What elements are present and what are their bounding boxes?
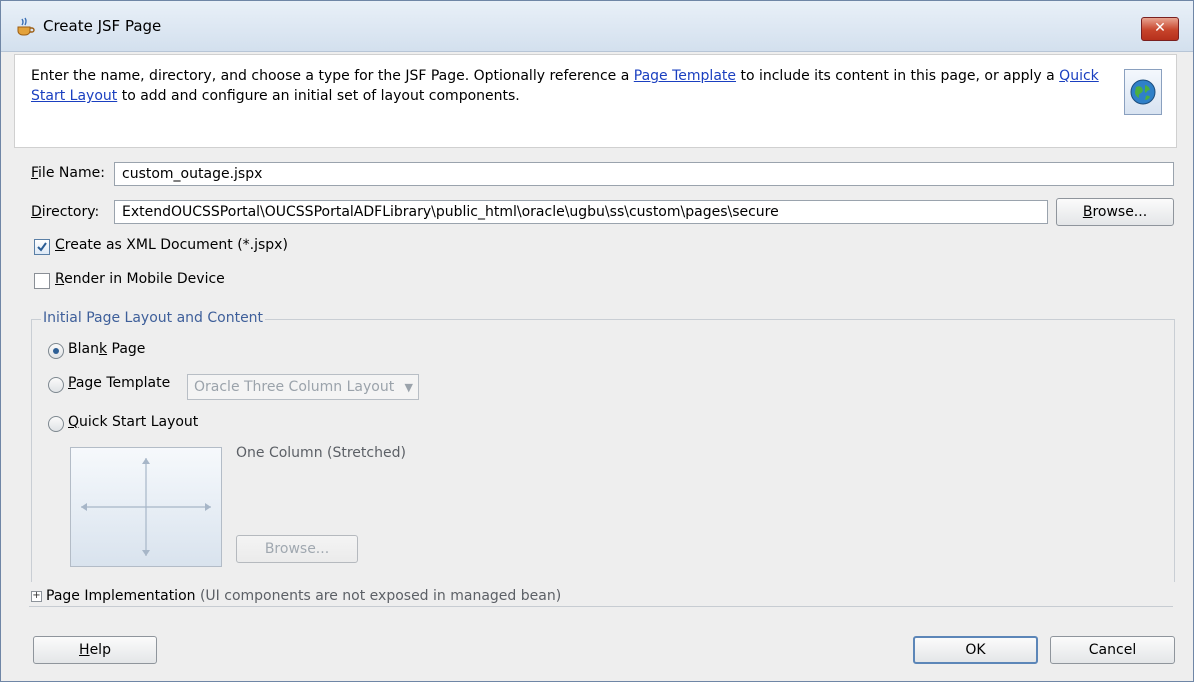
blank-page-radio[interactable] <box>48 343 64 359</box>
blank-page-label[interactable]: Blank Page <box>68 341 145 357</box>
page-template-link[interactable]: Page Template <box>634 68 736 84</box>
globe-icon <box>1124 69 1162 115</box>
file-name-label: File Name: <box>31 165 105 181</box>
layout-preview-thumbnail <box>70 447 222 567</box>
page-implementation-title: Page Implementation <box>46 588 196 604</box>
description-part-3: to add and configure an initial set of l… <box>117 88 520 104</box>
expand-plus-icon[interactable]: + <box>31 591 42 602</box>
directory-browse-button[interactable]: Browse... <box>1056 198 1174 226</box>
cancel-button[interactable]: Cancel <box>1050 636 1175 664</box>
layout-browse-button[interactable]: Browse... <box>236 535 358 563</box>
description-part-1: Enter the name, directory, and choose a … <box>31 68 634 84</box>
help-button[interactable]: Help <box>33 636 157 664</box>
window-title: Create JSF Page <box>43 17 162 35</box>
directory-field[interactable]: ExtendOUCSSPortal\OUCSSPortalADFLibrary\… <box>114 200 1048 224</box>
quick-start-radio[interactable] <box>48 416 64 432</box>
mobile-device-checkbox[interactable] <box>34 273 50 289</box>
mobile-device-label[interactable]: Render in Mobile Device <box>55 271 225 287</box>
page-template-label[interactable]: Page Template <box>68 375 170 391</box>
file-name-field[interactable]: custom_outage.jspx <box>114 162 1174 186</box>
quick-start-label[interactable]: Quick Start Layout <box>68 414 198 430</box>
description-text: Enter the name, directory, and choose a … <box>31 66 1101 106</box>
title-bar[interactable]: Create JSF Page ✕ <box>1 1 1193 52</box>
description-panel: Enter the name, directory, and choose a … <box>14 54 1177 148</box>
ok-button[interactable]: OK <box>913 636 1038 664</box>
xml-document-checkbox[interactable] <box>34 239 50 255</box>
layout-name: One Column (Stretched) <box>236 445 406 461</box>
footer-divider <box>29 606 1173 607</box>
page-implementation-label[interactable]: Page Implementation (UI components are n… <box>46 588 561 604</box>
checkmark-icon <box>37 242 47 252</box>
page-template-select[interactable]: Oracle Three Column Layout ▼ <box>187 374 419 400</box>
directory-label: Directory: <box>31 204 100 220</box>
layout-group-title: Initial Page Layout and Content <box>41 310 266 326</box>
page-template-radio[interactable] <box>48 377 64 393</box>
page-implementation-note: (UI components are not exposed in manage… <box>199 588 562 604</box>
stretch-arrows-icon <box>81 458 211 556</box>
close-button[interactable]: ✕ <box>1141 17 1179 41</box>
java-cup-icon <box>17 17 35 36</box>
xml-document-label[interactable]: Create as XML Document (*.jspx) <box>55 237 288 253</box>
description-part-2: to include its content in this page, or … <box>736 68 1060 84</box>
create-jsf-page-dialog: Create JSF Page ✕ Enter the name, direct… <box>0 0 1194 682</box>
chevron-down-icon: ▼ <box>404 381 413 394</box>
page-template-select-value: Oracle Three Column Layout <box>194 379 395 395</box>
